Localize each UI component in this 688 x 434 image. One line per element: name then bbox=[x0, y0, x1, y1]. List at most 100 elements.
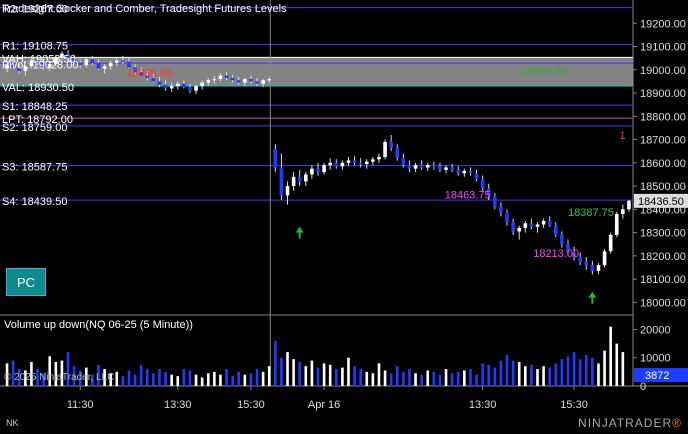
volume-bar bbox=[298, 361, 302, 386]
candle-body bbox=[499, 207, 503, 213]
volume-bar bbox=[213, 371, 216, 386]
volume-bar bbox=[389, 373, 393, 386]
volume-bar bbox=[170, 374, 173, 386]
candle-body bbox=[547, 220, 552, 226]
volume-bar bbox=[286, 352, 289, 386]
candle-body bbox=[505, 212, 509, 223]
volume-last-label: 3872 bbox=[645, 370, 669, 382]
level-label: R1: 19108.75 bbox=[2, 40, 68, 52]
candle-body bbox=[621, 209, 625, 214]
candle-body bbox=[389, 141, 393, 148]
candle-body bbox=[401, 158, 406, 166]
candle-body bbox=[310, 168, 314, 175]
price-annotation: 18213.00 bbox=[533, 248, 579, 260]
time-tick-label: 13:30 bbox=[469, 399, 497, 411]
time-tick-label: 15:30 bbox=[237, 399, 265, 411]
candle-body bbox=[218, 75, 223, 80]
volume-bar bbox=[383, 370, 387, 386]
candle-body bbox=[108, 62, 113, 67]
volume-title: Volume up down(NQ 06-25 (5 Minute)) bbox=[4, 319, 193, 331]
candle-body bbox=[157, 81, 162, 85]
volume-bar bbox=[615, 343, 619, 386]
candle-body bbox=[297, 176, 302, 182]
volume-tick-label: 20000 bbox=[640, 324, 671, 336]
chart-canvas: 18000.0018100.0018200.0018300.0018400.00… bbox=[0, 0, 688, 434]
candle-body bbox=[425, 165, 430, 168]
candle-body bbox=[304, 174, 308, 182]
candle-body bbox=[163, 84, 168, 89]
volume-bar bbox=[597, 363, 600, 386]
candle-body bbox=[614, 213, 619, 235]
volume-bar bbox=[359, 369, 362, 386]
volume-bar bbox=[584, 354, 588, 386]
price-tick-label: 18500.00 bbox=[640, 181, 686, 193]
candle-body bbox=[590, 265, 595, 271]
candle-body bbox=[84, 59, 89, 66]
time-tick-label: 15:30 bbox=[560, 399, 588, 411]
candle-body bbox=[328, 162, 332, 166]
last-price-label: 18436.50 bbox=[638, 196, 684, 208]
candle-body bbox=[346, 160, 351, 163]
volume-bar bbox=[200, 377, 204, 386]
volume-bar bbox=[322, 363, 326, 386]
candle-body bbox=[395, 147, 400, 159]
volume-bar bbox=[310, 360, 314, 386]
candle-body bbox=[96, 62, 101, 69]
price-tick-label: 18100.00 bbox=[640, 274, 686, 286]
volume-bar bbox=[274, 340, 277, 386]
price-annotation: 18463.75 bbox=[445, 190, 491, 202]
time-tick-label: Apr 16 bbox=[308, 399, 340, 411]
candle-body bbox=[432, 165, 436, 167]
volume-bar bbox=[206, 373, 210, 386]
pc-button[interactable]: PC bbox=[6, 268, 46, 296]
price-annotation: 19000.00 bbox=[521, 65, 567, 77]
candle-body bbox=[456, 169, 461, 174]
price-tick-label: 18600.00 bbox=[640, 158, 686, 170]
volume-bar bbox=[395, 366, 399, 386]
volume-bar bbox=[444, 369, 448, 386]
candle-body bbox=[78, 62, 83, 66]
copyright-watermark: © 2025 NinjaTrader, LLC bbox=[4, 372, 114, 383]
price-tick-label: 19100.00 bbox=[640, 42, 686, 54]
volume-bar bbox=[188, 370, 192, 386]
candle-body bbox=[352, 160, 357, 163]
volume-bar bbox=[432, 371, 436, 386]
volume-bar bbox=[414, 373, 417, 386]
candle-body bbox=[236, 80, 241, 83]
candle-body bbox=[322, 165, 326, 173]
candle-body bbox=[450, 167, 454, 170]
volume-bar bbox=[469, 369, 472, 386]
volume-bar bbox=[450, 373, 454, 386]
volume-bar bbox=[420, 374, 423, 386]
volume-bar bbox=[267, 366, 271, 386]
candle-body bbox=[212, 79, 217, 81]
level-label: S4: 18439.50 bbox=[2, 196, 67, 208]
candle-body bbox=[169, 86, 174, 89]
volume-bar bbox=[438, 374, 442, 386]
volume-bar bbox=[225, 369, 228, 386]
price-tick-label: 18900.00 bbox=[640, 88, 686, 100]
candle-body bbox=[438, 166, 442, 170]
level-label: S2: 18759.00 bbox=[2, 122, 67, 134]
volume-bar bbox=[280, 357, 283, 386]
candle-body bbox=[523, 223, 528, 228]
price-annotation: 1 bbox=[619, 130, 625, 142]
candle-body bbox=[340, 162, 345, 167]
candle-body bbox=[413, 165, 418, 169]
volume-bar bbox=[249, 373, 253, 386]
candle-body bbox=[121, 60, 125, 62]
candle-body bbox=[243, 79, 247, 83]
volume-bar bbox=[139, 364, 143, 386]
volume-bar bbox=[292, 359, 295, 386]
candle-body bbox=[267, 79, 272, 81]
volume-bar bbox=[524, 366, 527, 386]
volume-bar bbox=[487, 364, 491, 386]
candle-body bbox=[584, 261, 589, 266]
volume-bar bbox=[621, 352, 625, 386]
candle-body bbox=[596, 265, 601, 271]
volume-bar bbox=[194, 374, 198, 386]
volume-bar bbox=[365, 371, 369, 386]
volume-bar bbox=[304, 366, 308, 386]
volume-bar bbox=[554, 363, 558, 386]
candle-body bbox=[316, 168, 320, 173]
